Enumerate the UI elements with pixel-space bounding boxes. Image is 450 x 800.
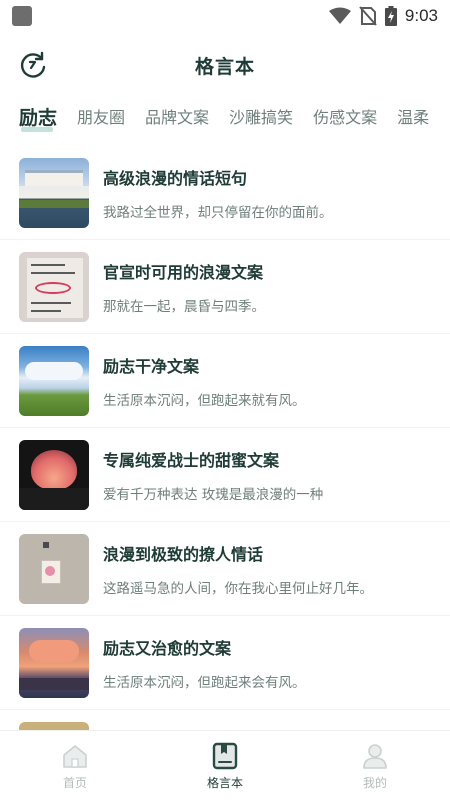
item-subtitle: 这路遥马急的人间，你在我心里何止好几年。 <box>103 580 373 597</box>
item-title: 励志干净文案 <box>103 356 200 376</box>
list-item[interactable]: 专属纯爱战士的甜蜜文案 爱有千万种表达 玫瑰是最浪漫的一种 <box>0 428 450 522</box>
nav-label: 首页 <box>62 776 87 790</box>
bottom-navigation: 首页 格言本 我的 <box>0 730 450 800</box>
tab-moments[interactable]: 朋友圈 <box>77 104 125 128</box>
nav-home[interactable]: 首页 <box>0 731 150 800</box>
item-subtitle: 那就在一起，晨昏与四季。 <box>103 298 265 315</box>
nav-label: 我的 <box>362 776 387 790</box>
item-subtitle: 生活原本沉闷，但跑起来就有风。 <box>103 392 306 409</box>
status-indicators: 9:03 <box>328 6 438 26</box>
item-title: 高级浪漫的情话短句 <box>103 168 248 188</box>
thumbnail-image <box>19 345 89 416</box>
tab-funny[interactable]: 沙雕搞笑 <box>229 104 293 128</box>
item-subtitle: 生活原本沉闷，但跑起来会有风。 <box>103 674 306 691</box>
tab-gentle[interactable]: 温柔 <box>397 104 429 128</box>
item-title: 官宣时可用的浪漫文案 <box>103 262 264 282</box>
item-title: 浪漫到极致的撩人情话 <box>103 544 264 564</box>
thumbnail-image <box>19 157 89 228</box>
quote-list: 高级浪漫的情话短句 我路过全世界，却只停留在你的面前。 官宣时可用的浪漫文案 那… <box>0 146 450 710</box>
category-tabs: 励志 朋友圈 品牌文案 沙雕搞笑 伤感文案 温柔 <box>0 96 450 136</box>
no-sim-icon <box>359 6 377 26</box>
battery-charging-icon <box>384 6 397 26</box>
app-notification-icon <box>12 6 32 26</box>
status-bar: 9:03 <box>0 0 450 32</box>
thumbnail-image <box>19 627 89 698</box>
notebook-icon <box>212 742 238 770</box>
list-item[interactable]: 励志又治愈的文案 生活原本沉闷，但跑起来会有风。 <box>0 616 450 710</box>
item-subtitle: 我路过全世界，却只停留在你的面前。 <box>103 204 333 221</box>
item-subtitle: 爱有千万种表达 玫瑰是最浪漫的一种 <box>103 486 324 503</box>
thumbnail-image <box>19 533 89 604</box>
page-title: 格言本 <box>194 55 255 78</box>
app-header: 格言本 <box>0 40 450 90</box>
list-item[interactable]: 高级浪漫的情话短句 我路过全世界，却只停留在你的面前。 <box>0 146 450 240</box>
list-item[interactable]: 励志干净文案 生活原本沉闷，但跑起来就有风。 <box>0 334 450 428</box>
item-title: 励志又治愈的文案 <box>103 638 232 658</box>
tab-sad-copy[interactable]: 伤感文案 <box>313 104 377 128</box>
list-item[interactable]: 官宣时可用的浪漫文案 那就在一起，晨昏与四季。 <box>0 240 450 334</box>
thumbnail-image <box>19 439 89 510</box>
item-title: 专属纯爱战士的甜蜜文案 <box>103 450 280 470</box>
tab-inspiration[interactable]: 励志 <box>19 103 57 132</box>
thumbnail-image <box>19 251 89 322</box>
tab-brand-copy[interactable]: 品牌文案 <box>145 104 209 128</box>
nav-notebook[interactable]: 格言本 <box>150 731 300 800</box>
status-time: 9:03 <box>404 6 438 25</box>
home-icon <box>63 745 87 768</box>
list-item[interactable]: 浪漫到极致的撩人情话 这路遥马急的人间，你在我心里何止好几年。 <box>0 522 450 616</box>
profile-icon <box>363 744 387 769</box>
nav-profile[interactable]: 我的 <box>300 731 450 800</box>
nav-label: 格言本 <box>206 776 243 790</box>
wifi-icon <box>328 7 351 24</box>
refresh-icon[interactable] <box>18 50 48 80</box>
